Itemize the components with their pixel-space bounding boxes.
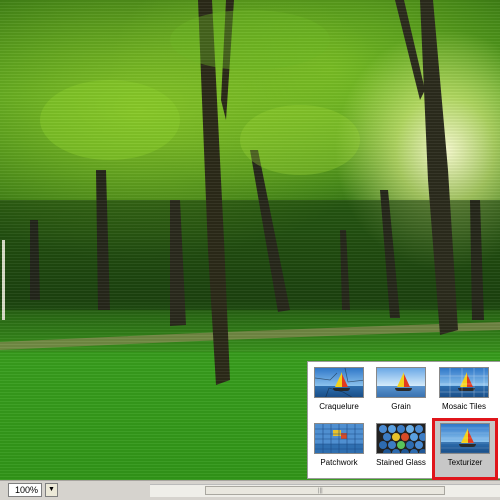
filter-gallery-panel: Craquelure Grain Mosaic Tiles Patchwork … bbox=[307, 361, 500, 480]
horizontal-scrollbar[interactable]: ||| bbox=[150, 484, 500, 497]
filter-mosaic-tiles[interactable]: Mosaic Tiles bbox=[436, 367, 492, 419]
filter-label: Craquelure bbox=[319, 402, 359, 411]
filter-patchwork[interactable]: Patchwork bbox=[311, 423, 367, 475]
filter-label: Mosaic Tiles bbox=[441, 402, 486, 411]
scrollbar-grip-icon: ||| bbox=[318, 488, 323, 494]
filter-label: Patchwork bbox=[320, 458, 358, 467]
zoom-level-field[interactable]: 100% bbox=[8, 483, 42, 497]
patchwork-thumbnail bbox=[314, 423, 364, 454]
filter-label: Grain bbox=[391, 402, 411, 411]
filter-grain[interactable]: Grain bbox=[373, 367, 429, 419]
filter-craquelure[interactable]: Craquelure bbox=[311, 367, 367, 419]
mosaic-tiles-thumbnail bbox=[439, 367, 489, 398]
zoom-dropdown-button[interactable]: ▼ bbox=[45, 483, 58, 497]
status-bar: 100% ▼ ||| bbox=[0, 480, 500, 500]
texturizer-thumbnail bbox=[440, 423, 490, 454]
filter-texturizer[interactable]: Texturizer bbox=[432, 418, 498, 480]
filter-label: Texturizer bbox=[447, 458, 483, 467]
scrollbar-thumb[interactable]: ||| bbox=[205, 486, 445, 495]
filter-label: Stained Glass bbox=[376, 458, 426, 467]
grain-thumbnail bbox=[376, 367, 426, 398]
craquelure-thumbnail bbox=[314, 367, 364, 398]
stained-glass-thumbnail bbox=[376, 423, 426, 454]
filter-stained-glass[interactable]: Stained Glass bbox=[373, 423, 429, 475]
